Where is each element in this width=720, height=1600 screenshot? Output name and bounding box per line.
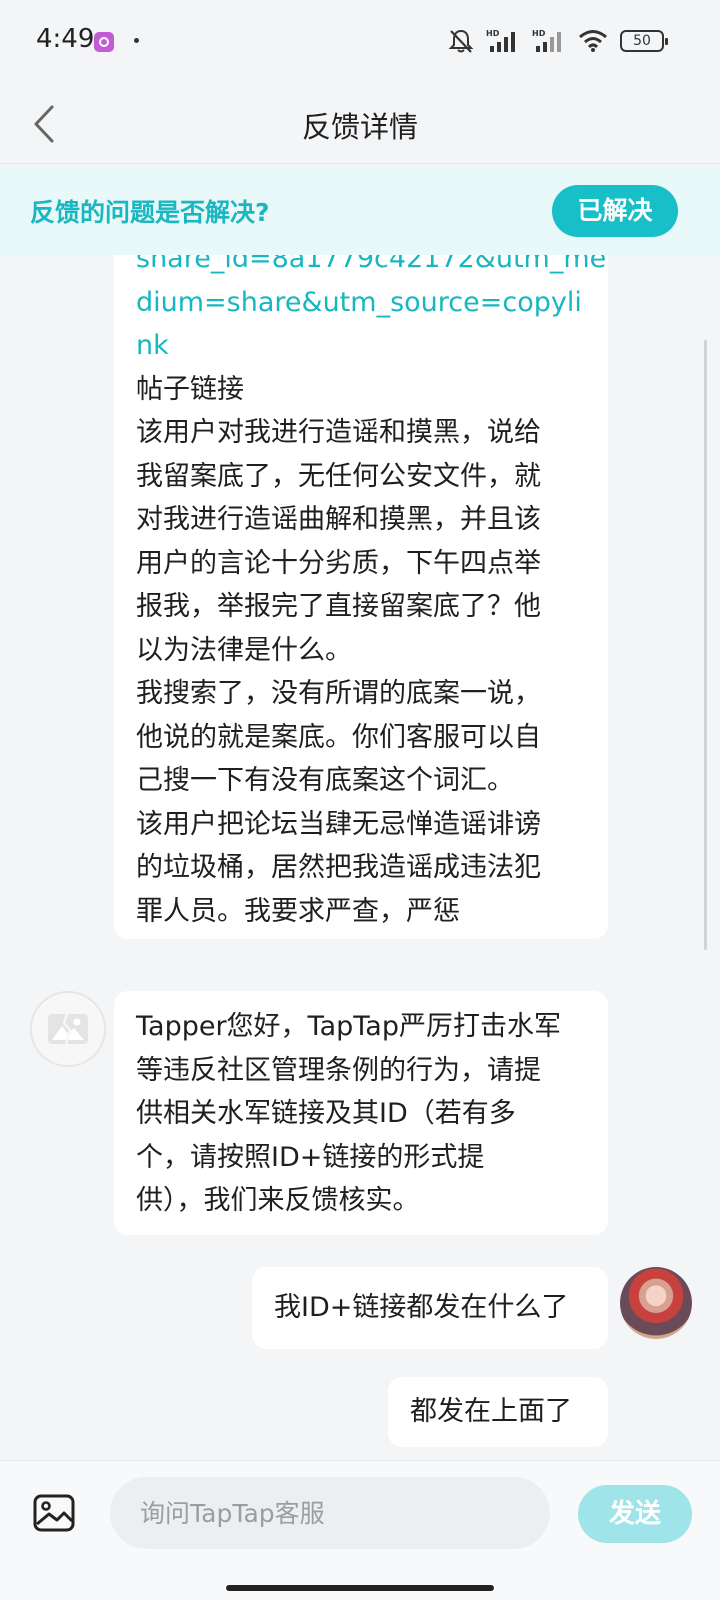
resolved-button[interactable]: 已解决 (552, 185, 678, 237)
image-icon (33, 1494, 75, 1532)
message-input[interactable] (110, 1477, 550, 1549)
wifi-icon (579, 30, 607, 52)
image-button[interactable] (32, 1491, 76, 1535)
message-line: 该用户对我进行造谣和摸黑，说给 (136, 417, 541, 448)
message-link-line[interactable]: nk (136, 324, 586, 368)
status-time: 4:49 (36, 24, 95, 54)
app-notification-icon (94, 32, 114, 52)
header: 反馈详情 (0, 84, 720, 164)
user-message-bubble: share_id=8a1779c42172&utm_me dium=share&… (114, 255, 608, 939)
message-line: 报我，举报完了直接留案底了？他 (136, 591, 541, 622)
signal-hd-icon: HD (532, 29, 561, 52)
home-indicator[interactable] (226, 1585, 494, 1591)
mute-icon (448, 29, 474, 53)
user-message-bubble: 都发在上面了 (388, 1377, 608, 1447)
message-link-line[interactable]: share_id=8a1779c42172&utm_me (136, 255, 606, 281)
resolve-question: 反馈的问题是否解决? (30, 198, 270, 227)
svg-text:HD: HD (486, 29, 500, 38)
notification-dot-icon (134, 38, 139, 43)
message-line: 该用户把论坛当肆无忌惮造谣诽谤 (136, 808, 541, 840)
message-line: 他说的就是案底。你们客服可以自 (136, 721, 541, 753)
support-avatar[interactable] (30, 991, 106, 1067)
resolve-banner: 反馈的问题是否解决? 已解决 (0, 165, 720, 255)
message-link-line[interactable]: dium=share&utm_source=copyli (136, 281, 586, 325)
send-button[interactable]: 发送 (578, 1485, 692, 1543)
page-title: 反馈详情 (301, 110, 418, 144)
signal-hd-icon: HD (486, 29, 515, 52)
message-line: 帖子链接 (136, 373, 244, 405)
message-line: 等违反社区管理条例的行为，请提 (136, 1054, 541, 1086)
user-message-bubble: 我ID+链接都发在什么了 (252, 1267, 608, 1349)
message-line: 供相关水军链接及其ID（若有多 (136, 1098, 516, 1129)
message-line: 用户的言论十分劣质，下午四点举 (136, 547, 541, 579)
svg-text:HD: HD (532, 29, 546, 38)
message-line: 我搜索了，没有所谓的底案一说， (136, 678, 541, 709)
message-line: 个，请按照ID+链接的形式提 (136, 1141, 485, 1173)
message-line: 的垃圾桶，居然把我造谣成违法犯 (136, 852, 541, 883)
battery-icon: 50 (620, 30, 668, 52)
input-bar: 发送 (0, 1460, 720, 1600)
message-line: 以为法律是什么。 (136, 634, 352, 666)
chat-area[interactable]: share_id=8a1779c42172&utm_me dium=share&… (0, 255, 720, 1460)
message-line: 我留案底了，无任何公安文件，就 (136, 460, 541, 492)
message-line: Tapper您好，TapTap严厉打击水军 (136, 1011, 561, 1042)
support-message-bubble: Tapper您好，TapTap严厉打击水军 等违反社区管理条例的行为，请提 供相… (114, 991, 608, 1235)
message-line: 供），我们来反馈核实。 (136, 1185, 420, 1216)
broken-image-icon (48, 1013, 88, 1045)
message-line: 己搜一下有没有底案这个词汇。 (136, 765, 514, 796)
chat-scrollbar[interactable] (704, 340, 707, 950)
status-icons: HD HD 50 (448, 26, 668, 56)
message-line: 对我进行造谣曲解和摸黑，并且该 (136, 504, 541, 535)
status-bar: 4:49 HD HD 50 (0, 0, 720, 84)
user-avatar[interactable] (620, 1267, 692, 1339)
message-line: 罪人员。我要求严查，严惩 (136, 895, 460, 927)
